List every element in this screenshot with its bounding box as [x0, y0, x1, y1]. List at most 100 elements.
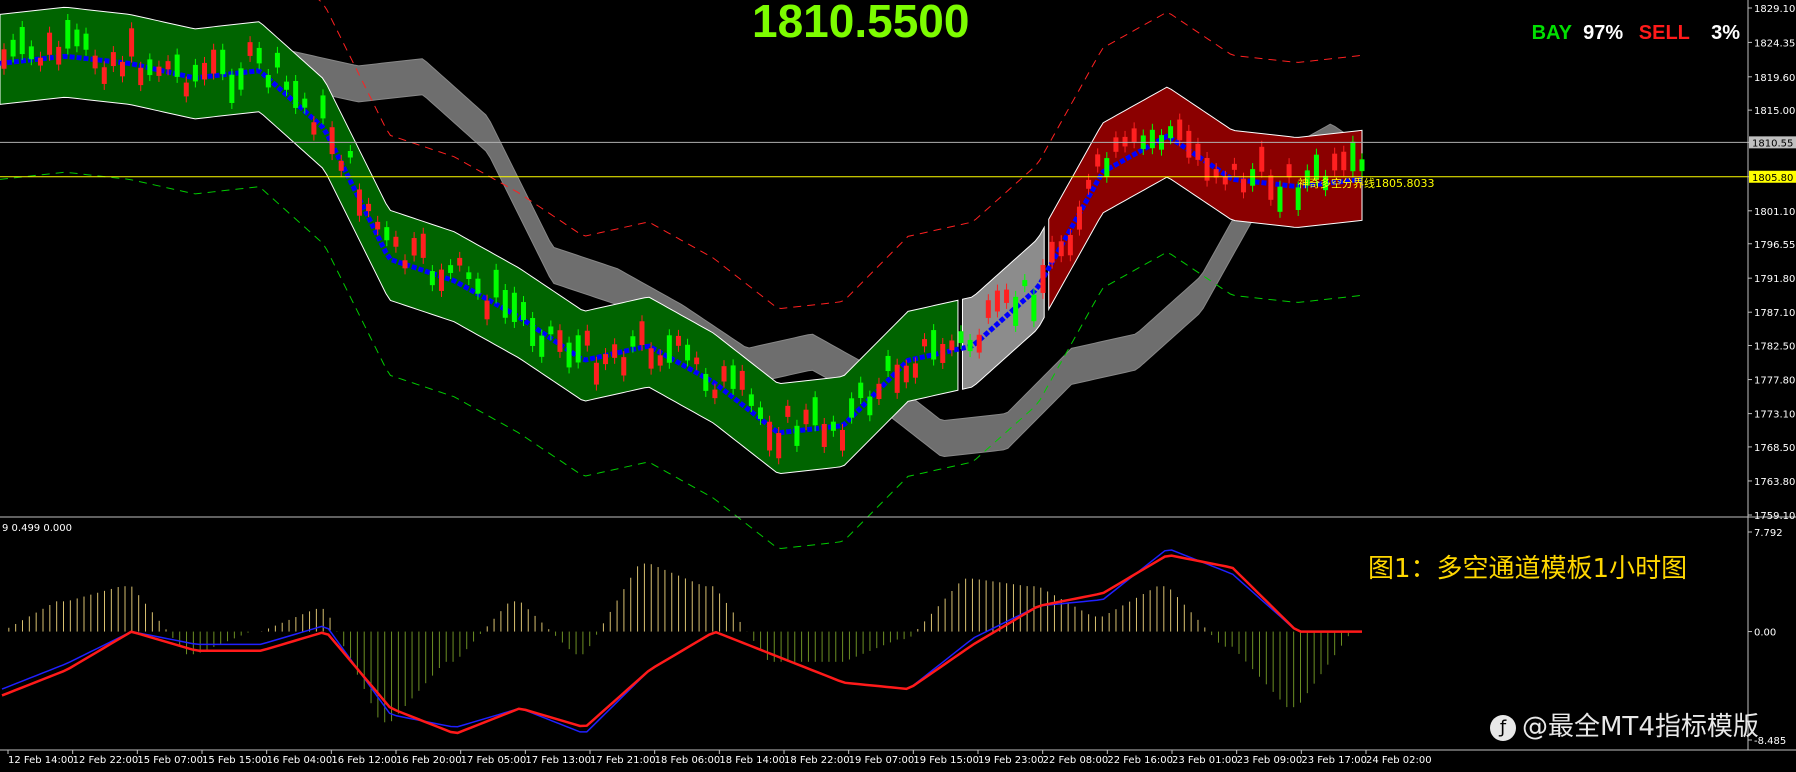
candle-body — [220, 49, 226, 75]
candle-body — [666, 335, 672, 363]
candle-body — [110, 52, 116, 67]
candle-body — [1259, 146, 1265, 172]
candle-body — [548, 326, 554, 335]
candle-body — [821, 423, 827, 447]
candle-body — [28, 46, 34, 60]
candle-body — [675, 335, 681, 346]
candle-body — [603, 354, 609, 365]
y-tick-label: 1815.00 — [1754, 106, 1795, 117]
candle-body — [794, 425, 800, 446]
buy-percent: 97% — [1583, 22, 1624, 44]
candle-body — [19, 26, 25, 55]
candle-body — [1131, 128, 1137, 143]
candle-body — [1122, 136, 1128, 147]
candle-body — [830, 421, 836, 431]
x-tick-label: 24 Feb 02:00 — [1366, 755, 1432, 766]
candle-body — [839, 429, 845, 451]
candle-body — [767, 421, 773, 451]
y-tick-label: 1768.50 — [1754, 443, 1795, 454]
candle-body — [202, 62, 208, 80]
y-tick-label: 1773.10 — [1754, 410, 1795, 421]
candle-body — [1049, 241, 1055, 263]
candle-body — [685, 344, 691, 361]
candle-body — [575, 335, 581, 363]
candle-body — [1268, 175, 1274, 200]
candle-body — [83, 33, 89, 50]
candle-body — [812, 397, 818, 426]
x-tick-label: 19 Feb 15:00 — [913, 755, 979, 766]
buy-label: BAY — [1531, 22, 1572, 44]
candle-body — [621, 357, 627, 376]
candle-body — [612, 344, 618, 358]
candle-body — [484, 300, 490, 320]
x-tick-label: 19 Feb 23:00 — [978, 755, 1044, 766]
candle-body — [1177, 119, 1183, 141]
candle-body — [776, 432, 782, 459]
candle-body — [1076, 206, 1082, 230]
candle-body — [967, 339, 973, 352]
candle-body — [10, 39, 16, 57]
candle-body — [1031, 294, 1037, 322]
candle-body — [1195, 143, 1201, 160]
x-tick-label: 15 Feb 15:00 — [202, 755, 268, 766]
candle-body — [557, 330, 563, 352]
candle-body — [129, 28, 135, 57]
y-tick-label: 1763.80 — [1754, 477, 1795, 488]
candle-body — [885, 355, 891, 372]
candle-body — [703, 373, 709, 391]
x-tick-label: 16 Feb 12:00 — [331, 755, 397, 766]
candle-body — [521, 302, 527, 320]
price-tag-label: 1810.55 — [1752, 138, 1793, 149]
candle-body — [74, 29, 80, 47]
candle-body — [630, 336, 636, 347]
candle-body — [511, 292, 517, 322]
candle-body — [803, 409, 809, 425]
candle-body — [320, 95, 326, 119]
candle-body — [375, 221, 381, 230]
candle-body — [1241, 178, 1247, 193]
candle-body — [1113, 137, 1119, 152]
candle-body — [530, 318, 536, 346]
candle-body — [1104, 158, 1110, 177]
candle-body — [438, 269, 444, 291]
candle-body — [1067, 234, 1073, 256]
candle-body — [1295, 187, 1301, 210]
candle-body — [922, 339, 928, 347]
candle-body — [493, 269, 499, 298]
candle-body — [1168, 126, 1174, 139]
candle-body — [338, 160, 344, 171]
candle-body — [757, 407, 763, 419]
candle-body — [256, 47, 262, 64]
y-tick-label: 1782.50 — [1754, 342, 1795, 353]
candle-body — [329, 127, 335, 155]
candle-body — [293, 81, 299, 108]
candle-body — [1022, 280, 1028, 287]
candle-body — [694, 357, 700, 365]
candle-body — [457, 257, 463, 266]
candle-body — [165, 61, 171, 70]
buy-sell-stats: BAY 97% SELL 3% — [1526, 22, 1740, 45]
candle-body — [119, 61, 125, 77]
current-price-display: 1810.5500 — [752, 0, 970, 47]
candle-body — [366, 203, 372, 212]
candle-body — [1277, 186, 1283, 212]
candle-body — [311, 122, 317, 135]
candle-body — [985, 300, 991, 318]
candle-body — [183, 82, 189, 97]
osc-fast-line — [1, 549, 1362, 733]
x-tick-label: 18 Feb 22:00 — [784, 755, 850, 766]
candle-body — [265, 75, 271, 88]
candle-body — [211, 49, 217, 74]
candle-body — [384, 227, 390, 241]
candle-body — [721, 366, 727, 382]
candle-body — [37, 57, 43, 66]
candle-body — [284, 81, 290, 90]
x-tick-label: 23 Feb 09:00 — [1237, 755, 1303, 766]
y-tick-label: 1787.10 — [1754, 308, 1795, 319]
candle-body — [1149, 129, 1155, 149]
candle-body — [958, 331, 964, 344]
candle-body — [1040, 265, 1046, 293]
candle-body — [539, 335, 545, 357]
candle-body — [420, 233, 426, 258]
candle-body — [1186, 130, 1192, 158]
